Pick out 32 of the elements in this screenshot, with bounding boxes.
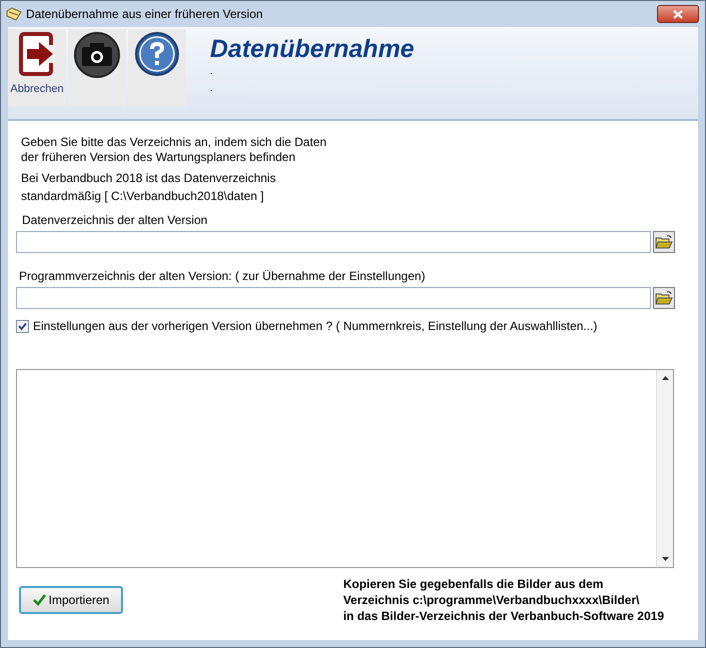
scroll-up-icon <box>662 376 668 380</box>
checkmark-icon <box>32 594 46 606</box>
header-title: Datenübernahme <box>210 35 414 64</box>
field-label: Datenverzeichnis der alten Version <box>21 213 208 227</box>
camera-button[interactable] <box>68 29 126 107</box>
scrollbar[interactable] <box>656 370 673 567</box>
info-text: standardmäßig [ C:\Verbandbuch2018\daten ] <box>21 188 265 205</box>
instruction-text: der früheren Version des Wartungsplaners befinden <box>21 150 296 165</box>
window-title: Datenübernahme aus einer früheren Version <box>26 7 264 21</box>
note-text: in das Bilder-Verzeichnis der Verbanbuch-Software 2019 <box>343 608 664 624</box>
browse-button[interactable] <box>653 231 675 253</box>
header-subtitle: . <box>210 83 214 96</box>
note-text: Kopieren Sie gegebenfalls die Bilder aus dem <box>343 576 604 592</box>
close-icon <box>673 10 683 18</box>
info-text: Bei Verbandbuch 2018 ist das Datenverzeichnis <box>21 170 277 187</box>
path-field[interactable] <box>16 231 651 253</box>
note-text: Verzeichnis c:\programme\Verbandbuchxxxx\Bilder\ <box>343 592 640 608</box>
checkbox-label: Einstellungen aus der vorherigen Version übernehmen ? ( Nummernkreis, Einstellung der Auswahllisten...) <box>33 319 598 333</box>
close-button[interactable] <box>657 5 699 23</box>
checkbox[interactable] <box>16 320 29 332</box>
header-subtitle: . <box>210 66 214 79</box>
instruction-text: Geben Sie bitte das Verzeichnis an, indem sich die Daten <box>21 135 328 150</box>
help-button[interactable] <box>128 29 186 107</box>
cancel-button[interactable]: Abbrechen <box>8 29 66 107</box>
exit-icon <box>17 31 57 77</box>
help-icon <box>134 31 180 77</box>
import-button[interactable]: Importieren <box>19 586 123 614</box>
browse-button[interactable] <box>653 287 675 309</box>
camera-icon <box>73 31 121 79</box>
path-field[interactable] <box>16 287 651 309</box>
scroll-down-icon <box>662 557 668 561</box>
field-label: Programmverzeichnis der alten Version: ( zur Übernahme der Einstellungen) <box>19 269 426 283</box>
